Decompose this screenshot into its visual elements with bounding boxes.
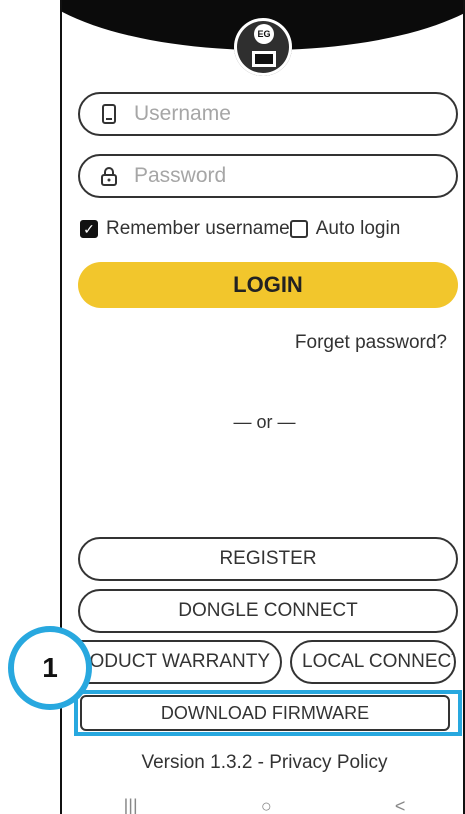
android-nav-bar: ||| ○ < <box>62 796 463 814</box>
or-divider: — or — <box>233 412 296 432</box>
product-warranty-button[interactable]: PRODUCT WARRANTY <box>62 640 282 684</box>
dongle-connect-button[interactable]: DONGLE CONNECT <box>78 589 458 633</box>
recent-apps-icon[interactable]: ||| <box>124 796 138 814</box>
username-field[interactable] <box>78 92 458 136</box>
phone-icon <box>98 103 120 125</box>
username-input[interactable] <box>132 101 436 127</box>
version-privacy-text[interactable]: Version 1.3.2 - Privacy Policy <box>62 752 463 774</box>
logo-badge: EG <box>254 24 274 44</box>
register-button[interactable]: REGISTER <box>78 537 458 581</box>
phone-screen: EG Remember username Auto login LOG <box>60 0 465 814</box>
step-callout: 1 <box>8 626 92 710</box>
lock-icon <box>98 165 120 187</box>
auto-login-checkbox[interactable] <box>289 220 308 238</box>
auto-login-label: Auto login <box>315 218 401 239</box>
home-icon[interactable]: ○ <box>261 796 272 814</box>
app-logo-icon: EG <box>234 18 292 76</box>
back-icon[interactable]: < <box>395 796 406 814</box>
password-field[interactable] <box>78 154 458 198</box>
remember-username-checkbox[interactable] <box>80 220 98 238</box>
remember-username-label: Remember username <box>106 218 290 239</box>
login-options: Remember username Auto login <box>80 214 460 244</box>
login-button[interactable]: LOGIN <box>78 262 458 308</box>
download-firmware-button[interactable]: DOWNLOAD FIRMWARE <box>80 695 450 731</box>
logo-box <box>252 51 276 67</box>
local-connect-button[interactable]: LOCAL CONNECT <box>290 640 456 684</box>
forgot-password-link[interactable]: Forget password? <box>295 332 447 354</box>
password-input[interactable] <box>132 163 436 189</box>
